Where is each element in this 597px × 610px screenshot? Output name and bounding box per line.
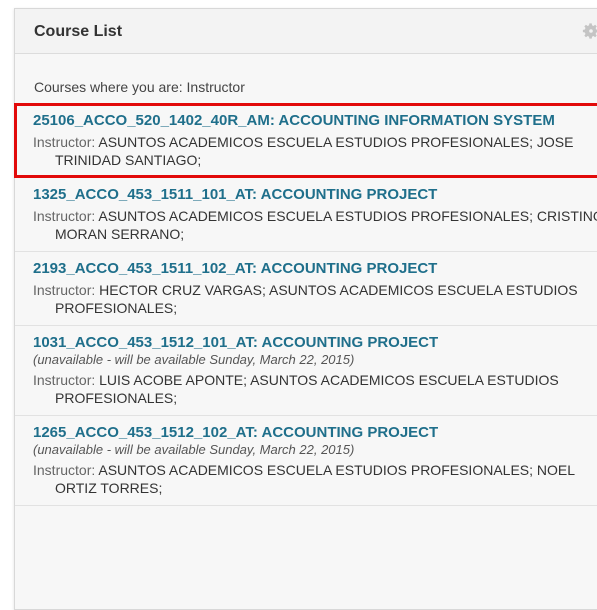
course-item: 1031_ACCO_453_1512_101_AT: ACCOUNTING PR…	[15, 326, 597, 416]
course-item: 1325_ACCO_453_1511_101_AT: ACCOUNTING PR…	[15, 178, 597, 252]
course-instructors: Instructor: HECTOR CRUZ VARGAS; ASUNTOS …	[33, 281, 597, 317]
course-item: 2193_ACCO_453_1511_102_AT: ACCOUNTING PR…	[15, 252, 597, 326]
module-header: Course List	[15, 9, 597, 54]
course-link[interactable]: 1325_ACCO_453_1511_101_AT: ACCOUNTING PR…	[33, 186, 597, 204]
instructor-names: ASUNTOS ACADEMICOS ESCUELA ESTUDIOS PROF…	[55, 208, 597, 242]
course-instructors: Instructor: LUIS ACOBE APONTE; ASUNTOS A…	[33, 371, 597, 407]
courses-intro: Courses where you are: Instructor	[34, 79, 245, 95]
module-title: Course List	[34, 23, 123, 40]
instructor-label: Instructor:	[33, 134, 96, 150]
instructor-names: HECTOR CRUZ VARGAS; ASUNTOS ACADEMICOS E…	[55, 282, 578, 316]
course-link[interactable]: 2193_ACCO_453_1511_102_AT: ACCOUNTING PR…	[33, 260, 597, 278]
course-list: 25106_ACCO_520_1402_40R_AM: ACCOUNTING I…	[14, 103, 597, 506]
instructor-label: Instructor:	[33, 282, 96, 298]
gear-icon[interactable]	[582, 22, 597, 40]
course-item: 1265_ACCO_453_1512_102_AT: ACCOUNTING PR…	[15, 416, 597, 506]
instructor-names: ASUNTOS ACADEMICOS ESCUELA ESTUDIOS PROF…	[55, 134, 574, 168]
instructor-names: ASUNTOS ACADEMICOS ESCUELA ESTUDIOS PROF…	[55, 462, 575, 496]
course-link[interactable]: 25106_ACCO_520_1402_40R_AM: ACCOUNTING I…	[33, 112, 597, 130]
availability-note: (unavailable - will be available Sunday,…	[33, 442, 355, 457]
course-instructors: Instructor: ASUNTOS ACADEMICOS ESCUELA E…	[33, 133, 597, 169]
instructor-label: Instructor:	[33, 372, 96, 388]
instructor-label: Instructor:	[33, 208, 96, 224]
course-link[interactable]: 1031_ACCO_453_1512_101_AT: ACCOUNTING PR…	[33, 334, 597, 352]
course-link[interactable]: 1265_ACCO_453_1512_102_AT: ACCOUNTING PR…	[33, 424, 597, 442]
course-item: 25106_ACCO_520_1402_40R_AM: ACCOUNTING I…	[14, 103, 597, 178]
instructor-label: Instructor:	[33, 462, 96, 478]
course-instructors: Instructor: ASUNTOS ACADEMICOS ESCUELA E…	[33, 461, 597, 497]
course-list-module: Course List Courses where you are: Instr…	[14, 8, 597, 610]
availability-note: (unavailable - will be available Sunday,…	[33, 352, 355, 367]
course-instructors: Instructor: ASUNTOS ACADEMICOS ESCUELA E…	[33, 207, 597, 243]
instructor-names: LUIS ACOBE APONTE; ASUNTOS ACADEMICOS ES…	[55, 372, 559, 406]
